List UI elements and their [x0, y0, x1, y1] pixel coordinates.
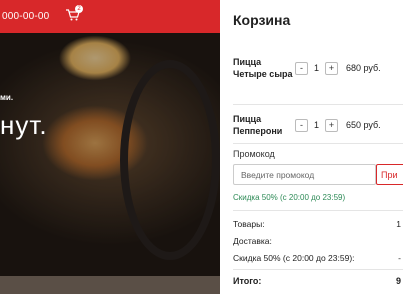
total-value: 9 — [395, 276, 401, 286]
total-label: Итого: — [233, 276, 262, 286]
summary-label: Доставка: — [233, 236, 272, 246]
promo-code-input[interactable] — [233, 164, 376, 185]
summary-label: Скидка 50% (с 20:00 до 23:59): — [233, 253, 355, 263]
cart-item: Пицца Пепперони - 1 + 650 руб. — [233, 113, 403, 137]
increase-qty-button[interactable]: + — [325, 61, 338, 75]
hero-title: нут. — [0, 110, 48, 140]
summary-value: 1 — [396, 219, 401, 229]
summary-row: Доставка: — [233, 236, 403, 246]
summary-value: - — [398, 253, 401, 263]
total-row: Итого: 9 — [233, 276, 403, 286]
increase-qty-button[interactable]: + — [325, 118, 338, 132]
cart-item-name: Пицца Пепперони — [233, 114, 283, 136]
cart-item: Пицца Четыре сыра - 1 + 680 руб. — [233, 56, 403, 80]
apply-promo-button[interactable]: При — [376, 164, 403, 185]
divider — [233, 269, 403, 270]
discount-note: Скидка 50% (с 20:00 до 23:59) — [233, 193, 346, 202]
divider — [233, 143, 403, 144]
summary-row: Скидка 50% (с 20:00 до 23:59): - — [233, 253, 403, 263]
divider — [233, 210, 403, 211]
summary-label: Товары: — [233, 219, 265, 229]
cart-title: Корзина — [233, 12, 291, 28]
cart-panel: Корзина Пицца Четыре сыра - 1 + 680 руб.… — [220, 0, 403, 294]
cart-item-name: Пицца Четыре сыра — [233, 57, 293, 79]
cart-item-qty: 1 — [313, 120, 319, 130]
cart-item-price: 680 руб. — [346, 63, 381, 73]
promo-label: Промокод — [233, 149, 275, 159]
summary-row: Товары: 1 — [233, 219, 403, 229]
decrease-qty-button[interactable]: - — [295, 118, 308, 132]
cart-count-badge: 2 — [75, 5, 83, 13]
hero-subtitle: ми. — [0, 93, 14, 102]
header-phone[interactable]: 000-00-00 — [2, 11, 49, 22]
cart-item-price: 650 руб. — [346, 120, 381, 130]
divider — [233, 104, 403, 105]
decrease-qty-button[interactable]: - — [295, 61, 308, 75]
cart-item-qty: 1 — [313, 63, 319, 73]
